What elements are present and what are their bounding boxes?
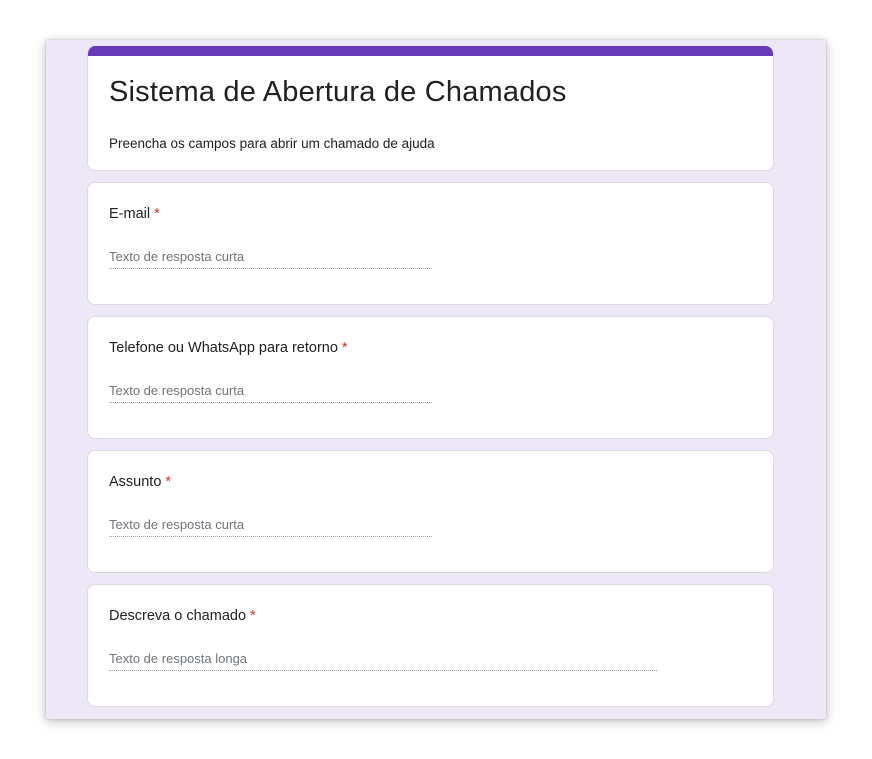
form-page: Sistema de Abertura de Chamados Preencha… (46, 40, 826, 719)
question-title: Telefone ou WhatsApp para retorno (109, 340, 338, 356)
question-card-email: E-mail * (87, 182, 774, 305)
question-label-phone: Telefone ou WhatsApp para retorno * (109, 340, 348, 356)
question-card-subject: Assunto * (87, 450, 774, 573)
form-description: Preencha os campos para abrir um chamado… (109, 136, 435, 151)
form-accent-bar (88, 46, 773, 56)
question-title: Descreva o chamado (109, 608, 247, 624)
question-label-description: Descreva o chamado * (109, 608, 256, 624)
required-asterisk: * (165, 474, 172, 490)
question-label-email: E-mail * (109, 206, 160, 222)
question-title: Assunto (109, 474, 162, 490)
email-input[interactable] (109, 245, 432, 269)
description-input[interactable] (109, 647, 657, 671)
form-title: Sistema de Abertura de Chamados (109, 76, 567, 108)
required-asterisk: * (154, 206, 160, 222)
question-title: E-mail (109, 206, 151, 222)
question-card-description: Descreva o chamado * (87, 584, 774, 707)
question-card-phone: Telefone ou WhatsApp para retorno * (87, 316, 774, 439)
required-asterisk: * (341, 340, 348, 356)
question-label-subject: Assunto * (109, 474, 171, 490)
required-asterisk: * (250, 608, 256, 624)
subject-input[interactable] (109, 513, 432, 537)
form-header-card: Sistema de Abertura de Chamados Preencha… (87, 46, 774, 171)
phone-input[interactable] (109, 379, 432, 403)
